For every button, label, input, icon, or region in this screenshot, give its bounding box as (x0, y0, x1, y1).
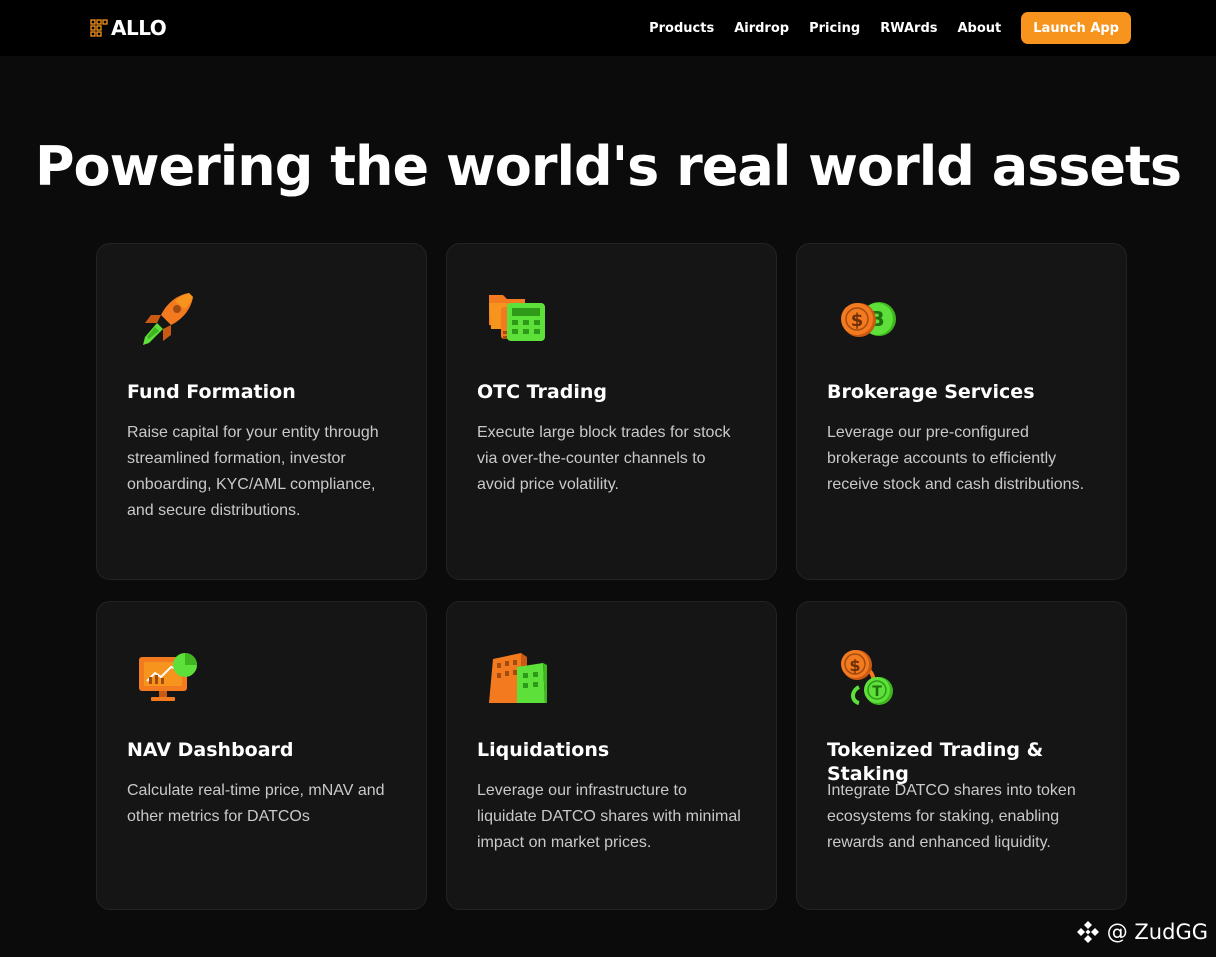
card-description: Integrate DATCO shares into token ecosys… (827, 782, 1076, 851)
card-title: OTC Trading (477, 381, 607, 403)
card-description: Leverage our pre-configured brokerage ac… (827, 424, 1085, 493)
feature-grid: Fund Formation Raise capital for your en… (96, 243, 1127, 910)
linked-coins-icon: $ T (841, 650, 893, 705)
card-description: Execute large block trades for stock via… (477, 424, 731, 493)
feature-card-brokerage-services[interactable]: B $ Brokerage Services Leverage our pre-… (796, 243, 1127, 580)
card-title: Brokerage Services (827, 381, 1035, 403)
nav-link-rwards[interactable]: RWArds (880, 21, 937, 36)
feature-card-fund-formation[interactable]: Fund Formation Raise capital for your en… (96, 243, 427, 580)
nav-link-about[interactable]: About (957, 21, 1001, 36)
coins-icon: B $ (841, 302, 896, 337)
card-description: Raise capital for your entity through st… (127, 424, 379, 519)
top-nav: ALLO Products Airdrop Pricing RWArds Abo… (0, 0, 1216, 56)
feature-card-liquidations[interactable]: Liquidations Leverage our infrastructure… (446, 601, 777, 910)
page-title: Powering the world's real world assets (34, 135, 1182, 198)
monitor-chart-icon (139, 653, 197, 701)
card-description: Calculate real-time price, mNAV and othe… (127, 782, 385, 825)
card-description: Leverage our infrastructure to liquidate… (477, 782, 741, 851)
rocket-icon (143, 293, 193, 345)
logo-mark-icon (90, 19, 108, 37)
binance-icon (1076, 921, 1099, 943)
feature-card-tokenized-trading[interactable]: $ T Tokenized Trading & Staking Integrat… (796, 601, 1127, 910)
nav-links: Products Airdrop Pricing RWArds About La… (649, 12, 1131, 44)
nav-link-airdrop[interactable]: Airdrop (734, 21, 789, 36)
folder-calculator-icon (489, 295, 545, 341)
svg-text:$: $ (849, 656, 860, 675)
svg-text:T: T (872, 684, 882, 700)
nav-link-pricing[interactable]: Pricing (809, 21, 860, 36)
svg-text:$: $ (851, 310, 864, 331)
card-title: Liquidations (477, 739, 610, 761)
watermark: @ ZudGG (1075, 918, 1208, 946)
brand-logo[interactable]: ALLO (90, 16, 167, 40)
brand-name: ALLO (111, 16, 167, 40)
nav-link-products[interactable]: Products (649, 21, 714, 36)
card-title: NAV Dashboard (127, 739, 294, 761)
card-title: Fund Formation (127, 381, 296, 403)
feature-card-otc-trading[interactable]: OTC Trading Execute large block trades f… (446, 243, 777, 580)
feature-card-nav-dashboard[interactable]: NAV Dashboard Calculate real-time price,… (96, 601, 427, 910)
buildings-icon (489, 653, 547, 703)
watermark-text: @ ZudGG (1106, 920, 1208, 944)
launch-app-button[interactable]: Launch App (1021, 12, 1131, 44)
